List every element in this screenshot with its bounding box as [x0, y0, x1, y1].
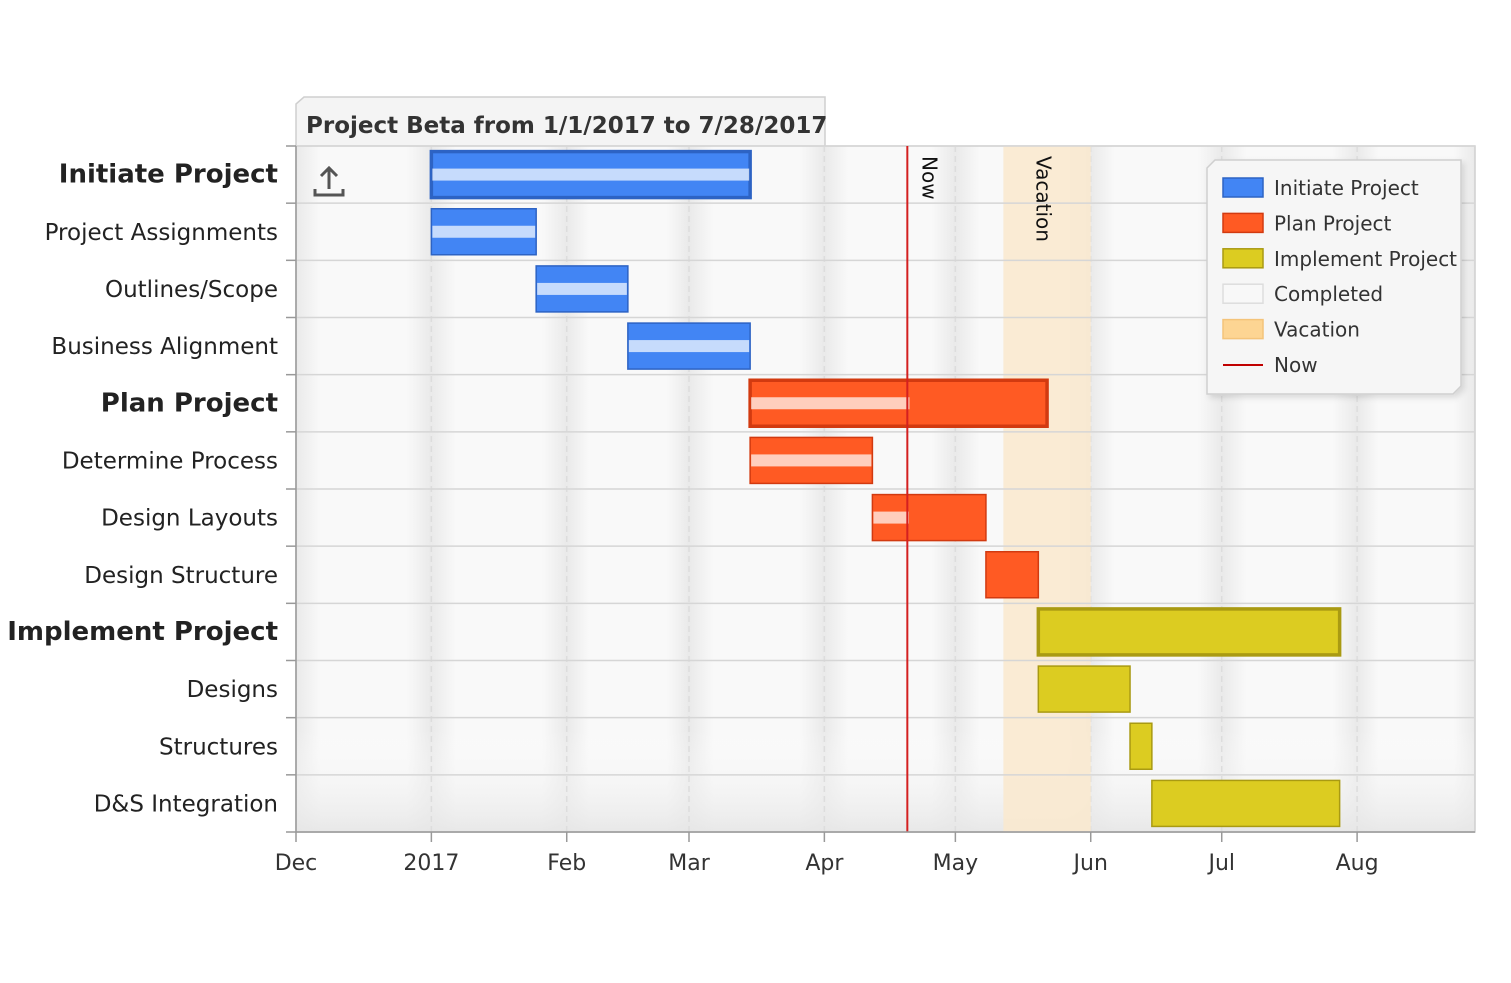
x-tick-label-feb: Feb: [547, 851, 586, 876]
task-label-designs: Designs: [187, 677, 278, 703]
chart-title-tab: Project Beta from 1/1/2017 to 7/28/2017: [295, 96, 827, 146]
x-tick-label-apr: Apr: [805, 851, 844, 876]
x-tick-label-dec: Dec: [275, 851, 318, 876]
x-tick-label-jun: Jun: [1072, 851, 1108, 876]
task-bar-d-s-integration[interactable]: [1151, 779, 1341, 828]
task-label-project-assignments: Project Assignments: [45, 220, 278, 246]
task-label-design-layouts: Design Layouts: [101, 506, 278, 532]
task-label-design-structure: Design Structure: [84, 563, 278, 589]
task-completed-plan-project: [751, 397, 910, 410]
legend-swatch-initiate-project: [1222, 177, 1264, 198]
legend-item-vacation[interactable]: Vacation: [1222, 318, 1360, 342]
x-tick-label-mar: Mar: [668, 851, 710, 876]
x-tick-label-may: May: [933, 851, 978, 876]
task-label-initiate-project: Initiate Project: [59, 160, 278, 190]
task-bar-implement-project[interactable]: [1036, 607, 1342, 657]
legend-label-initiate-project: Initiate Project: [1274, 176, 1419, 200]
legend-swatch-completed: [1222, 283, 1264, 304]
task-completed-outlines-scope: [537, 282, 627, 295]
task-label-implement-project: Implement Project: [7, 617, 278, 647]
legend-item-initiate-project[interactable]: Initiate Project: [1222, 176, 1419, 200]
task-label-determine-process: Determine Process: [62, 448, 278, 474]
task-label-plan-project: Plan Project: [101, 388, 278, 418]
task-completed-determine-process: [751, 454, 872, 467]
chart-legend: Initiate Project Plan Project Implement Pr…: [1206, 159, 1462, 395]
gantt-chart-svg: Project Beta from 1/1/2017 to 7/28/2017 …: [7, 96, 1476, 876]
legend-item-completed[interactable]: Completed: [1222, 282, 1383, 306]
x-axis: Dec 2017 Feb Mar Apr May Jun Jul Aug: [275, 831, 1475, 876]
task-label-business-alignment: Business Alignment: [51, 334, 278, 360]
legend-label-plan-project: Plan Project: [1274, 211, 1391, 235]
x-tick-label-jul: Jul: [1206, 851, 1235, 876]
vacation-band-label: Vacation: [1031, 156, 1055, 242]
task-label-d-s-integration: D&S Integration: [94, 791, 278, 817]
chart-title: Project Beta from 1/1/2017 to 7/28/2017: [306, 113, 827, 139]
task-label-outlines-scope: Outlines/Scope: [105, 277, 278, 303]
task-completed-design-layouts: [873, 511, 909, 524]
legend-swatch-implement-project: [1222, 248, 1264, 269]
legend-swatch-vacation: [1222, 318, 1264, 340]
legend-label-vacation: Vacation: [1274, 318, 1360, 342]
task-bar-design-structure[interactable]: [985, 551, 1040, 599]
now-line-label: Now: [917, 156, 941, 200]
task-bar-structures[interactable]: [1129, 722, 1153, 770]
legend-label-now: Now: [1274, 353, 1318, 377]
task-label-structures: Structures: [159, 734, 278, 760]
export-upload-icon[interactable]: [307, 159, 351, 203]
legend-swatch-plan-project: [1222, 212, 1264, 234]
task-completed-project-assignments: [432, 225, 536, 238]
gantt-chart: Project Beta from 1/1/2017 to 7/28/2017 …: [0, 0, 1511, 979]
task-completed-initiate-project: [432, 168, 750, 181]
legend-item-plan-project[interactable]: Plan Project: [1222, 211, 1391, 235]
task-bar-designs[interactable]: [1037, 665, 1131, 713]
y-axis-task-labels: Initiate Project Project Assignments Outli…: [7, 160, 278, 818]
x-tick-label-aug: Aug: [1336, 851, 1379, 876]
x-tick-label-2017: 2017: [403, 851, 459, 876]
task-completed-business-alignment: [628, 340, 750, 353]
legend-item-implement-project[interactable]: Implement Project: [1222, 247, 1457, 271]
legend-label-completed: Completed: [1274, 282, 1383, 306]
legend-label-implement-project: Implement Project: [1274, 247, 1457, 271]
